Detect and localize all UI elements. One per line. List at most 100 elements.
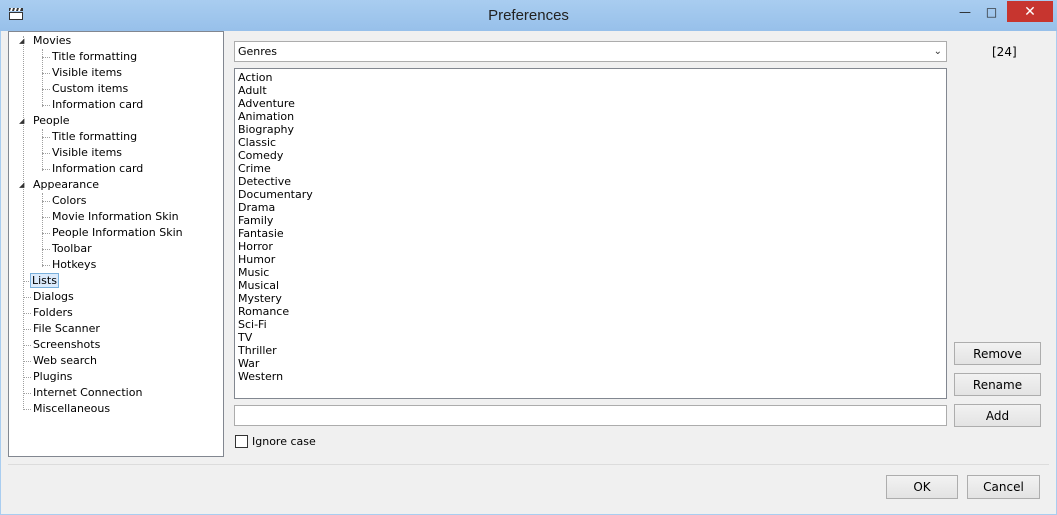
list-item[interactable]: Classic bbox=[238, 136, 943, 149]
tree-item-label: People bbox=[33, 114, 70, 127]
tree-item-hotkeys[interactable]: Hotkeys bbox=[50, 257, 98, 273]
tree-item-label: Toolbar bbox=[52, 242, 92, 255]
tree-item-toolbar[interactable]: Toolbar bbox=[50, 241, 94, 257]
list-item[interactable]: Documentary bbox=[238, 188, 943, 201]
tree-item-people-information-card[interactable]: Information card bbox=[50, 161, 145, 177]
tree-item-label: Visible items bbox=[52, 146, 123, 159]
tree-item-people-visible-items[interactable]: Visible items bbox=[50, 145, 124, 161]
tree-item-people[interactable]: People bbox=[31, 113, 72, 129]
list-item[interactable]: Drama bbox=[238, 201, 943, 214]
list-item[interactable]: Musical bbox=[238, 279, 943, 292]
tree-connector bbox=[42, 169, 50, 170]
triangle-expanded-icon[interactable]: ◢ bbox=[19, 117, 27, 125]
rename-button[interactable]: Rename bbox=[954, 373, 1041, 396]
tree-item-people-information-skin[interactable]: People Information Skin bbox=[50, 225, 185, 241]
list-item[interactable]: War bbox=[238, 357, 943, 370]
cancel-button[interactable]: Cancel bbox=[967, 475, 1040, 499]
tree-connector bbox=[23, 377, 31, 378]
tree-connector bbox=[42, 249, 50, 250]
tree-item-movies-custom-items[interactable]: Custom items bbox=[50, 81, 130, 97]
tree-item-colors[interactable]: Colors bbox=[50, 193, 88, 209]
tree-item-movies-visible-items[interactable]: Visible items bbox=[50, 65, 124, 81]
footer-separator bbox=[8, 464, 1049, 465]
list-item[interactable]: Biography bbox=[238, 123, 943, 136]
close-button[interactable]: ✕ bbox=[1007, 1, 1053, 22]
tree-item-label: Plugins bbox=[33, 370, 73, 383]
minimize-button[interactable]: — bbox=[952, 1, 978, 22]
list-item[interactable]: Fantasie bbox=[238, 227, 943, 240]
tree-item-label: Screenshots bbox=[33, 338, 101, 351]
window-title: Preferences bbox=[488, 7, 569, 24]
list-item[interactable]: Western bbox=[238, 370, 943, 383]
tree-item-label: Dialogs bbox=[33, 290, 74, 303]
tree-connector bbox=[42, 153, 50, 154]
tree-item-label: People Information Skin bbox=[52, 226, 183, 239]
remove-button[interactable]: Remove bbox=[954, 342, 1041, 365]
tree-item-dialogs[interactable]: Dialogs bbox=[31, 289, 76, 305]
tree-connector bbox=[42, 73, 50, 74]
list-item[interactable]: Crime bbox=[238, 162, 943, 175]
tree-item-label: Colors bbox=[52, 194, 87, 207]
tree-item-screenshots[interactable]: Screenshots bbox=[31, 337, 102, 353]
list-item[interactable]: Thriller bbox=[238, 344, 943, 357]
tree-item-label: Visible items bbox=[52, 66, 123, 79]
tree-connector bbox=[42, 265, 50, 266]
checkbox-box[interactable] bbox=[235, 434, 248, 448]
maximize-button[interactable]: □ bbox=[978, 1, 1005, 22]
tree-root-line bbox=[23, 36, 24, 410]
tree-item-movies-information-card[interactable]: Information card bbox=[50, 97, 145, 113]
preferences-tree[interactable]: ◢ Movies Title formatting Visible items … bbox=[8, 31, 224, 457]
tree-connector bbox=[42, 233, 50, 234]
tree-item-folders[interactable]: Folders bbox=[31, 305, 75, 321]
tree-connector bbox=[42, 201, 50, 202]
tree-item-internet-connection[interactable]: Internet Connection bbox=[31, 385, 144, 401]
tree-connector bbox=[23, 393, 31, 394]
ignore-case-checkbox[interactable]: Ignore case bbox=[235, 434, 316, 448]
tree-item-people-title-formatting[interactable]: Title formatting bbox=[50, 129, 139, 145]
list-item[interactable]: Humor bbox=[238, 253, 943, 266]
tree-item-plugins[interactable]: Plugins bbox=[31, 369, 74, 385]
tree-connector bbox=[42, 217, 50, 218]
list-type-select[interactable]: Genres ⌄ bbox=[234, 41, 947, 62]
triangle-expanded-icon[interactable]: ◢ bbox=[19, 181, 27, 189]
tree-connector bbox=[42, 137, 50, 138]
tree-connector bbox=[23, 329, 31, 330]
tree-item-movie-information-skin[interactable]: Movie Information Skin bbox=[50, 209, 181, 225]
chevron-down-icon[interactable]: ⌄ bbox=[934, 42, 942, 61]
tree-item-web-search[interactable]: Web search bbox=[31, 353, 99, 369]
tree-item-label: Movies bbox=[33, 34, 72, 47]
list-item[interactable]: Mystery bbox=[238, 292, 943, 305]
ok-button[interactable]: OK bbox=[886, 475, 958, 499]
tree-item-label: Information card bbox=[52, 162, 144, 175]
title-bar: Preferences — □ ✕ bbox=[0, 0, 1057, 31]
tree-item-lists[interactable]: Lists bbox=[30, 273, 59, 289]
add-button[interactable]: Add bbox=[954, 404, 1041, 427]
list-item[interactable]: Romance bbox=[238, 305, 943, 318]
list-item[interactable]: Family bbox=[238, 214, 943, 227]
triangle-expanded-icon[interactable]: ◢ bbox=[19, 37, 27, 45]
tree-item-miscellaneous[interactable]: Miscellaneous bbox=[31, 401, 112, 417]
tree-connector bbox=[23, 409, 31, 410]
list-item[interactable]: Animation bbox=[238, 110, 943, 123]
new-item-input[interactable] bbox=[234, 405, 947, 426]
list-item[interactable]: TV bbox=[238, 331, 943, 344]
tree-item-appearance[interactable]: Appearance bbox=[31, 177, 101, 193]
tree-connector bbox=[42, 89, 50, 90]
list-item[interactable]: Comedy bbox=[238, 149, 943, 162]
tree-connector bbox=[23, 361, 31, 362]
tree-item-file-scanner[interactable]: File Scanner bbox=[31, 321, 102, 337]
genre-listbox[interactable]: Action Adult Adventure Animation Biography Cl… bbox=[234, 68, 947, 399]
tree-connector bbox=[42, 105, 50, 106]
list-item[interactable]: Adventure bbox=[238, 97, 943, 110]
list-item[interactable]: Detective bbox=[238, 175, 943, 188]
tree-people-line bbox=[42, 129, 43, 171]
list-item[interactable]: Adult bbox=[238, 84, 943, 97]
list-item[interactable]: Action bbox=[238, 71, 943, 84]
list-item[interactable]: Music bbox=[238, 266, 943, 279]
tree-item-label: Web search bbox=[33, 354, 98, 367]
list-item[interactable]: Sci-Fi bbox=[238, 318, 943, 331]
tree-item-movies[interactable]: Movies bbox=[31, 33, 73, 49]
tree-connector bbox=[23, 297, 31, 298]
tree-item-movies-title-formatting[interactable]: Title formatting bbox=[50, 49, 139, 65]
list-item[interactable]: Horror bbox=[238, 240, 943, 253]
